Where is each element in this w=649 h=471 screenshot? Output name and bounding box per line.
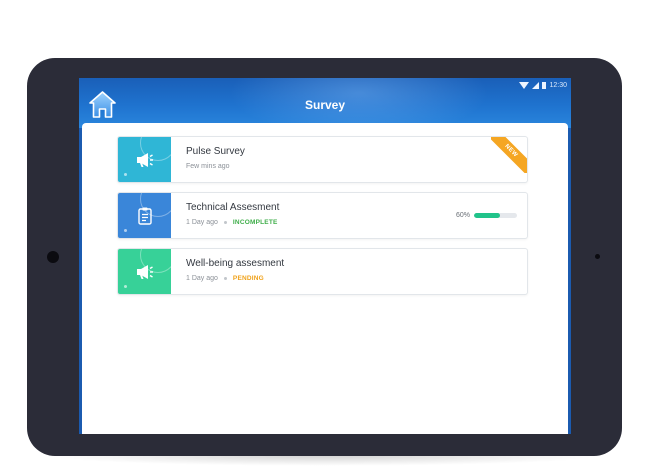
meta-separator [223,221,227,224]
progress-track [474,213,518,218]
survey-time: 1 Day ago [186,275,218,282]
survey-title: Pulse Survey [186,146,245,157]
survey-time: Few mins ago [186,163,230,170]
meta-separator [223,277,227,280]
survey-thumbnail [118,193,171,238]
stage: 12:30 Survey Pulse Survey Few mins ago N… [0,0,649,471]
progress-fill [474,213,500,218]
survey-title: Well-being assesment [186,258,285,269]
survey-thumbnail [118,137,171,182]
survey-thumbnail [118,249,171,294]
survey-time: 1 Day ago [186,219,218,226]
sensor-dot [595,254,600,259]
megaphone-icon [137,153,153,167]
thumbnail-dot [124,173,127,176]
tablet-frame: 12:30 Survey Pulse Survey Few mins ago N… [27,58,622,456]
new-badge: NEW [491,137,527,173]
survey-card-wellbeing[interactable]: Well-being assesment 1 Day ago PENDING [117,248,528,295]
status-bar: 12:30 [519,79,567,91]
app-bar: 12:30 Survey [79,78,571,138]
battery-icon [542,81,547,89]
survey-title: Technical Assesment [186,202,280,213]
megaphone-icon [137,265,153,279]
thumbnail-dot [124,285,127,288]
clipboard-icon [138,207,152,225]
signal-icon [532,81,540,89]
survey-list: Pulse Survey Few mins ago NEW Technical … [82,123,568,434]
survey-meta: Few mins ago [186,163,230,170]
progress-label: 60% [456,212,471,219]
thumbnail-dot [124,229,127,232]
survey-card-pulse[interactable]: Pulse Survey Few mins ago NEW [117,136,528,183]
new-ribbon: NEW [491,137,527,173]
tablet-screen: 12:30 Survey Pulse Survey Few mins ago N… [79,78,571,434]
status-badge: INCOMPLETE [232,219,278,226]
survey-card-technical[interactable]: Technical Assesment 1 Day ago INCOMPLETE… [117,192,528,239]
survey-meta: 1 Day ago INCOMPLETE [186,219,278,226]
survey-progress: 60% [456,212,518,219]
survey-meta: 1 Day ago PENDING [186,275,264,282]
front-camera [47,251,59,263]
wifi-icon [519,81,530,89]
page-title: Survey [304,98,346,112]
screen-edge-right [568,128,571,434]
status-time: 12:30 [549,81,567,89]
status-badge: PENDING [232,275,264,282]
